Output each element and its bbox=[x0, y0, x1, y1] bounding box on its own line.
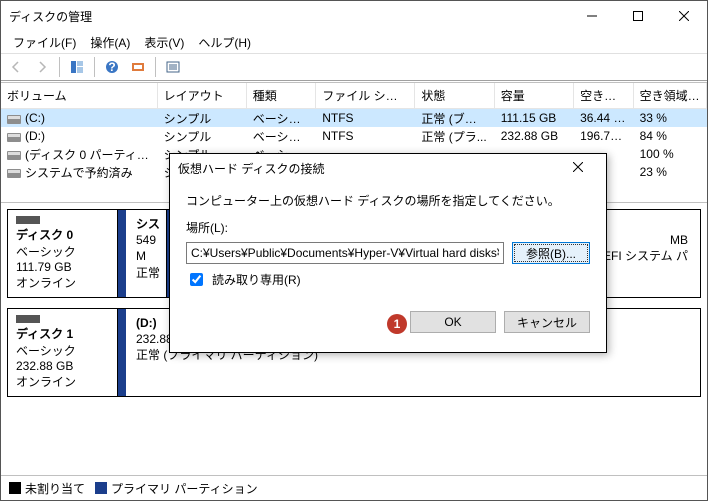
readonly-checkbox[interactable] bbox=[190, 273, 203, 286]
dialog-instruction: コンピューター上の仮想ハード ディスクの場所を指定してください。 bbox=[186, 192, 590, 209]
volume-header-row: ボリューム レイアウト 種類 ファイル システム 状態 容量 空き領域 空き領域… bbox=[1, 83, 707, 109]
col-freepct[interactable]: 空き領域の割... bbox=[634, 83, 707, 108]
disk-0-type: ベーシック bbox=[16, 243, 111, 260]
browse-button[interactable]: 参照(B)... bbox=[512, 242, 590, 264]
disk-management-window: ディスクの管理 ファイル(F) 操作(A) 表示(V) ヘルプ(H) ? ボリュ… bbox=[0, 0, 708, 501]
volume-row[interactable]: (D:)シンプルベーシックNTFS正常 (プラ...232.88 GB196.7… bbox=[1, 127, 707, 145]
menu-help[interactable]: ヘルプ(H) bbox=[192, 32, 257, 53]
disk-1-size: 232.88 GB bbox=[16, 359, 111, 373]
col-filesystem[interactable]: ファイル システム bbox=[316, 83, 415, 108]
menu-action[interactable]: 操作(A) bbox=[84, 32, 136, 53]
legend-primary: プライマリ パーティション bbox=[95, 480, 258, 497]
toolbar-button-extra[interactable] bbox=[127, 56, 149, 78]
ok-button[interactable]: OK bbox=[410, 311, 496, 333]
location-label: 場所(L): bbox=[186, 219, 590, 236]
col-type[interactable]: 種類 bbox=[247, 83, 316, 108]
disk-icon bbox=[16, 216, 40, 224]
disk-0-status: オンライン bbox=[16, 274, 111, 291]
help-button[interactable]: ? bbox=[101, 56, 123, 78]
legend-bar: 未割り当て プライマリ パーティション bbox=[1, 475, 707, 500]
col-free[interactable]: 空き領域 bbox=[574, 83, 634, 108]
dialog-close-button[interactable] bbox=[558, 161, 598, 175]
disk-1-info: ディスク 1 ベーシック 232.88 GB オンライン bbox=[8, 309, 118, 396]
toolbar-button-list[interactable] bbox=[162, 56, 184, 78]
maximize-button[interactable] bbox=[615, 1, 661, 31]
forward-button bbox=[31, 56, 53, 78]
disk-0-size: 111.79 GB bbox=[16, 260, 111, 274]
menu-file[interactable]: ファイル(F) bbox=[7, 32, 82, 53]
swatch-unallocated bbox=[9, 482, 21, 494]
view-mode-button[interactable] bbox=[66, 56, 88, 78]
col-layout[interactable]: レイアウト bbox=[158, 83, 247, 108]
volume-row[interactable]: (C:)シンプルベーシックNTFS正常 (ブート...111.15 GB36.4… bbox=[1, 109, 707, 127]
close-button[interactable] bbox=[661, 1, 707, 31]
toolbar: ? bbox=[1, 53, 707, 81]
menu-view[interactable]: 表示(V) bbox=[138, 32, 190, 53]
window-title: ディスクの管理 bbox=[9, 8, 569, 25]
disk-1-type: ベーシック bbox=[16, 342, 111, 359]
readonly-checkbox-label[interactable]: 読み取り専用(R) bbox=[186, 270, 590, 289]
location-input[interactable] bbox=[186, 242, 504, 264]
disk-icon bbox=[16, 315, 40, 323]
disk-0-info: ディスク 0 ベーシック 111.79 GB オンライン bbox=[8, 210, 118, 297]
disk-0-part-0[interactable]: シス 549 M 正常 bbox=[118, 210, 166, 297]
svg-text:?: ? bbox=[108, 60, 115, 74]
annotation-callout-1: 1 bbox=[387, 314, 407, 334]
disk-1-status: オンライン bbox=[16, 373, 111, 390]
dialog-titlebar: 仮想ハード ディスクの接続 bbox=[170, 154, 606, 182]
disk-1-name: ディスク 1 bbox=[16, 325, 111, 342]
disk-0-name: ディスク 0 bbox=[16, 226, 111, 243]
menubar: ファイル(F) 操作(A) 表示(V) ヘルプ(H) bbox=[1, 31, 707, 53]
col-capacity[interactable]: 容量 bbox=[495, 83, 574, 108]
legend-unallocated: 未割り当て bbox=[9, 480, 85, 497]
col-status[interactable]: 状態 bbox=[415, 83, 494, 108]
back-button bbox=[5, 56, 27, 78]
dialog-title: 仮想ハード ディスクの接続 bbox=[178, 160, 558, 177]
swatch-primary bbox=[95, 482, 107, 494]
titlebar: ディスクの管理 bbox=[1, 1, 707, 31]
cancel-button[interactable]: キャンセル bbox=[504, 311, 590, 333]
col-volume[interactable]: ボリューム bbox=[1, 83, 158, 108]
minimize-button[interactable] bbox=[569, 1, 615, 31]
